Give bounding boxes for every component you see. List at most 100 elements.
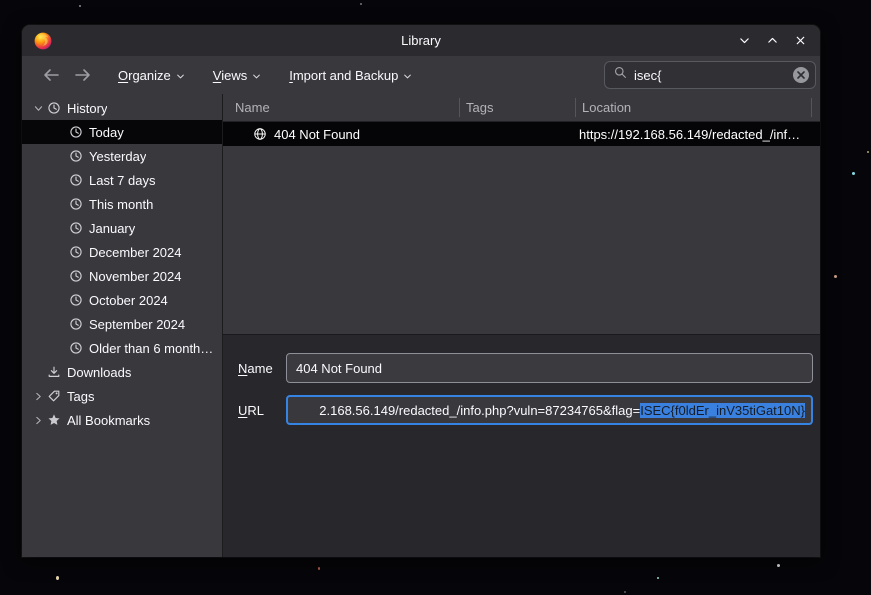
url-field-value: 2.168.56.149/redacted_/info.php?vuln=872… [319, 403, 640, 418]
sidebar-item-december-2024[interactable]: December 2024 [22, 240, 222, 264]
search-input[interactable]: isec{ [634, 68, 786, 83]
chevron-down-icon [176, 69, 185, 84]
firefox-icon [34, 32, 52, 50]
url-field[interactable]: 2.168.56.149/redacted_/info.php?vuln=872… [286, 395, 813, 425]
clock-icon [68, 125, 84, 139]
sidebar-item-label: November 2024 [89, 269, 182, 284]
clock-icon [68, 293, 84, 307]
toolbar: Organize Views Import and Backup isec{ [22, 56, 820, 94]
column-header-stub[interactable] [812, 98, 820, 117]
url-field-selection: ISEC{f0ldEr_inV35tiGat10N} [640, 403, 805, 418]
window-title: Library [22, 33, 820, 48]
sidebar-item-downloads[interactable]: Downloads [22, 360, 222, 384]
menu-bar: Organize Views Import and Backup [100, 62, 422, 89]
sidebar-item-label: Downloads [67, 365, 131, 380]
name-field-label: Name [238, 361, 286, 376]
clock-icon [68, 317, 84, 331]
content: History Today Yesterday Last 7 days This mon… [22, 94, 820, 557]
sidebar-item-tags[interactable]: Tags [22, 384, 222, 408]
sidebar-item-all-bookmarks[interactable]: All Bookmarks [22, 408, 222, 432]
sidebar-item-label: Tags [67, 389, 94, 404]
menu-import-and-backup[interactable]: Import and Backup [279, 62, 422, 89]
sidebar-item-label: October 2024 [89, 293, 168, 308]
sidebar-item-label: All Bookmarks [67, 413, 150, 428]
menu-views[interactable]: Views [203, 62, 271, 89]
chevron-down-icon [403, 69, 412, 84]
maximize-button[interactable] [764, 33, 780, 49]
star [360, 3, 362, 5]
clock-icon [68, 341, 84, 355]
column-header-location[interactable]: Location [576, 98, 812, 117]
clock-icon [68, 173, 84, 187]
list-header: NameTagsLocation [223, 94, 820, 122]
titlebar[interactable]: Library [22, 25, 820, 56]
sidebar-item-label: January [89, 221, 135, 236]
sidebar-item-october-2024[interactable]: October 2024 [22, 288, 222, 312]
clock-icon [68, 149, 84, 163]
sidebar-item-yesterday[interactable]: Yesterday [22, 144, 222, 168]
sidebar-item-label: Yesterday [89, 149, 146, 164]
name-field-row: Name 404 Not Found [238, 353, 813, 383]
column-header-name[interactable]: Name [223, 98, 460, 117]
sidebar-item-label: Last 7 days [89, 173, 156, 188]
chevron-down-icon[interactable] [30, 103, 46, 114]
star [777, 564, 780, 567]
clock-icon [68, 245, 84, 259]
clear-search-button[interactable] [793, 67, 809, 83]
sidebar-item-last-7-days[interactable]: Last 7 days [22, 168, 222, 192]
search-icon [614, 66, 627, 84]
star [867, 151, 869, 153]
star-icon [46, 413, 62, 427]
clock-icon [68, 221, 84, 235]
sidebar-item-november-2024[interactable]: November 2024 [22, 264, 222, 288]
list-row-404-not-found[interactable]: 404 Not Found https://192.168.56.149/reda… [223, 122, 820, 146]
sidebar-item-label: Today [89, 125, 124, 140]
main-pane: NameTagsLocation 404 Not Foundhttps://19… [223, 94, 820, 557]
search-box[interactable]: isec{ [604, 61, 816, 89]
sidebar-item-january[interactable]: January [22, 216, 222, 240]
download-icon [46, 365, 62, 379]
chevron-right-icon[interactable] [30, 415, 46, 426]
column-header-tags[interactable]: Tags [460, 98, 576, 117]
clock-icon [68, 269, 84, 283]
sidebar: History Today Yesterday Last 7 days This mon… [22, 94, 223, 557]
tag-icon [46, 389, 62, 403]
sidebar-item-label: Older than 6 month… [89, 341, 213, 356]
star [79, 5, 81, 7]
globe-icon [253, 127, 267, 141]
star [834, 275, 837, 278]
row-location: https://192.168.56.149/redacted_/inf… [576, 127, 820, 142]
row-name: 404 Not Found [274, 127, 360, 142]
name-field[interactable]: 404 Not Found [286, 353, 813, 383]
star [624, 591, 626, 593]
star [852, 172, 855, 175]
list-body: 404 Not Found https://192.168.56.149/reda… [223, 122, 820, 334]
sidebar-item-label: September 2024 [89, 317, 185, 332]
back-button[interactable] [36, 61, 66, 89]
name-field-value: 404 Not Found [296, 361, 382, 376]
star [657, 577, 659, 579]
menu-label: Import and Backup [289, 68, 398, 83]
sidebar-item-today[interactable]: Today [22, 120, 222, 144]
menu-label: Organize [118, 68, 171, 83]
chevron-right-icon[interactable] [30, 391, 46, 402]
sidebar-item-september-2024[interactable]: September 2024 [22, 312, 222, 336]
sidebar-item-this-month[interactable]: This month [22, 192, 222, 216]
sidebar-item-history[interactable]: History [22, 96, 222, 120]
url-field-row: URL 2.168.56.149/redacted_/info.php?vuln… [238, 395, 813, 425]
forward-button[interactable] [68, 61, 98, 89]
close-button[interactable] [792, 33, 808, 49]
url-field-label: URL [238, 403, 286, 418]
star [318, 567, 320, 570]
library-window: Library Organize Views Import and Backup [22, 25, 820, 557]
clock-icon [68, 197, 84, 211]
menu-organize[interactable]: Organize [108, 62, 195, 89]
chevron-down-icon [252, 69, 261, 84]
sidebar-item-label: History [67, 101, 107, 116]
star [56, 576, 59, 580]
menu-label: Views [213, 68, 247, 83]
sidebar-item-older-than-6-month[interactable]: Older than 6 month… [22, 336, 222, 360]
details-pane: Name 404 Not Found URL 2.168.56.149/reda… [223, 334, 820, 557]
sidebar-item-label: This month [89, 197, 153, 212]
minimize-button[interactable] [736, 33, 752, 49]
